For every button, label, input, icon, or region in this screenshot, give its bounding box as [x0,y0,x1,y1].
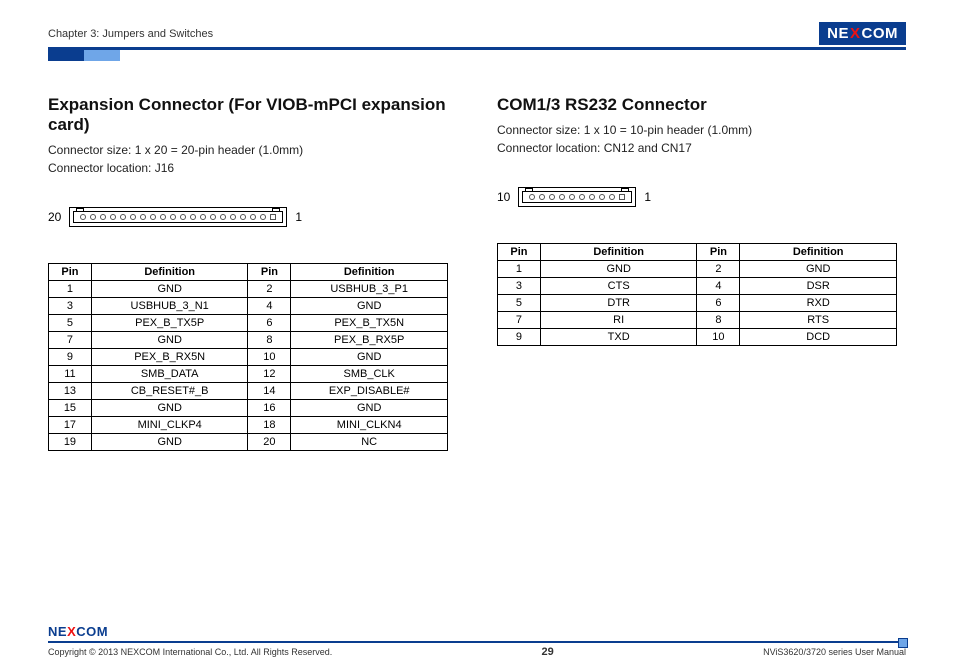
pin-hole-icon [529,194,535,200]
pin-hole-icon [549,194,555,200]
pin-hole-icon [180,214,186,220]
page-footer: NEXCOM Copyright © 2013 NEXCOM Internati… [48,624,906,658]
pin-label-1: 1 [295,210,302,224]
pin-hole-icon [150,214,156,220]
section-sub-left: Connector size: 1 x 20 = 20-pin header (… [48,141,457,177]
table-row: 11SMB_DATA12SMB_CLK [49,366,448,383]
pin-hole-icon [140,214,146,220]
table-row: 3USBHUB_3_N14GND [49,298,448,315]
table-row: 5DTR6RXD [498,295,897,312]
pin-hole-icon [100,214,106,220]
pin-hole-icon [250,214,256,220]
pin-hole-icon [220,214,226,220]
table-row: 3CTS4DSR [498,278,897,295]
table-row: 9TXD10DCD [498,329,897,346]
pin-table-right-body: 1GND2GND3CTS4DSR5DTR6RXD7RI8RTS9TXD10DCD [498,261,897,346]
pin-hole-icon [609,194,615,200]
pin-hole-icon [270,214,276,220]
pin-label-20: 20 [48,210,61,224]
com-connector-section: COM1/3 RS232 Connector Connector size: 1… [497,95,906,451]
pin-hole-icon [589,194,595,200]
pin-hole-icon [210,214,216,220]
pin-hole-icon [569,194,575,200]
pin-hole-icon [190,214,196,220]
copyright-text: Copyright © 2013 NEXCOM International Co… [48,647,332,657]
section-sub-right: Connector size: 1 x 10 = 10-pin header (… [497,121,906,157]
expansion-connector-section: Expansion Connector (For VIOB-mPCI expan… [48,95,457,451]
page-number: 29 [542,646,554,658]
table-row: 9PEX_B_RX5N10GND [49,349,448,366]
table-row: 1GND2USBHUB_3_P1 [49,281,448,298]
pin-hole-icon [230,214,236,220]
pin-hole-icon [619,194,625,200]
connector-pins-20 [73,211,283,223]
chapter-title: Chapter 3: Jumpers and Switches [48,28,213,40]
table-row: 15GND16GND [49,400,448,417]
pin-hole-icon [599,194,605,200]
table-row: 5PEX_B_TX5P6PEX_B_TX5N [49,315,448,332]
pin-hole-icon [579,194,585,200]
pin-hole-icon [260,214,266,220]
nexcom-logo: NEXCOM [819,22,906,45]
pin-hole-icon [539,194,545,200]
section-title-left: Expansion Connector (For VIOB-mPCI expan… [48,95,457,135]
pin-table-left-body: 1GND2USBHUB_3_P13USBHUB_3_N14GND5PEX_B_T… [49,281,448,451]
table-row: 17MINI_CLKP418MINI_CLKN4 [49,417,448,434]
pin-hole-icon [80,214,86,220]
table-row: 13CB_RESET#_B14EXP_DISABLE# [49,383,448,400]
table-row: 7RI8RTS [498,312,897,329]
pin-hole-icon [130,214,136,220]
pin-label-10: 10 [497,190,510,204]
connector-diagram-left: 20 1 [48,207,457,227]
table-row: 19GND20NC [49,434,448,451]
pin-hole-icon [200,214,206,220]
section-title-right: COM1/3 RS232 Connector [497,95,906,115]
pin-label-1b: 1 [644,190,651,204]
connector-pins-10 [522,191,632,203]
page-header: Chapter 3: Jumpers and Switches NEXCOM [48,22,906,45]
pin-hole-icon [90,214,96,220]
pin-hole-icon [120,214,126,220]
pin-table-right: Pin Definition Pin Definition 1GND2GND3C… [497,243,897,346]
pin-hole-icon [160,214,166,220]
table-row: 7GND8PEX_B_RX5P [49,332,448,349]
table-row: 1GND2GND [498,261,897,278]
pin-hole-icon [559,194,565,200]
connector-diagram-right: 10 1 [497,187,906,207]
nexcom-logo-footer: NEXCOM [48,624,906,639]
pin-hole-icon [170,214,176,220]
pin-hole-icon [110,214,116,220]
header-tab-decor [48,50,906,61]
pin-table-left: Pin Definition Pin Definition 1GND2USBHU… [48,263,448,451]
manual-title: NViS3620/3720 series User Manual [763,647,906,657]
pin-hole-icon [240,214,246,220]
